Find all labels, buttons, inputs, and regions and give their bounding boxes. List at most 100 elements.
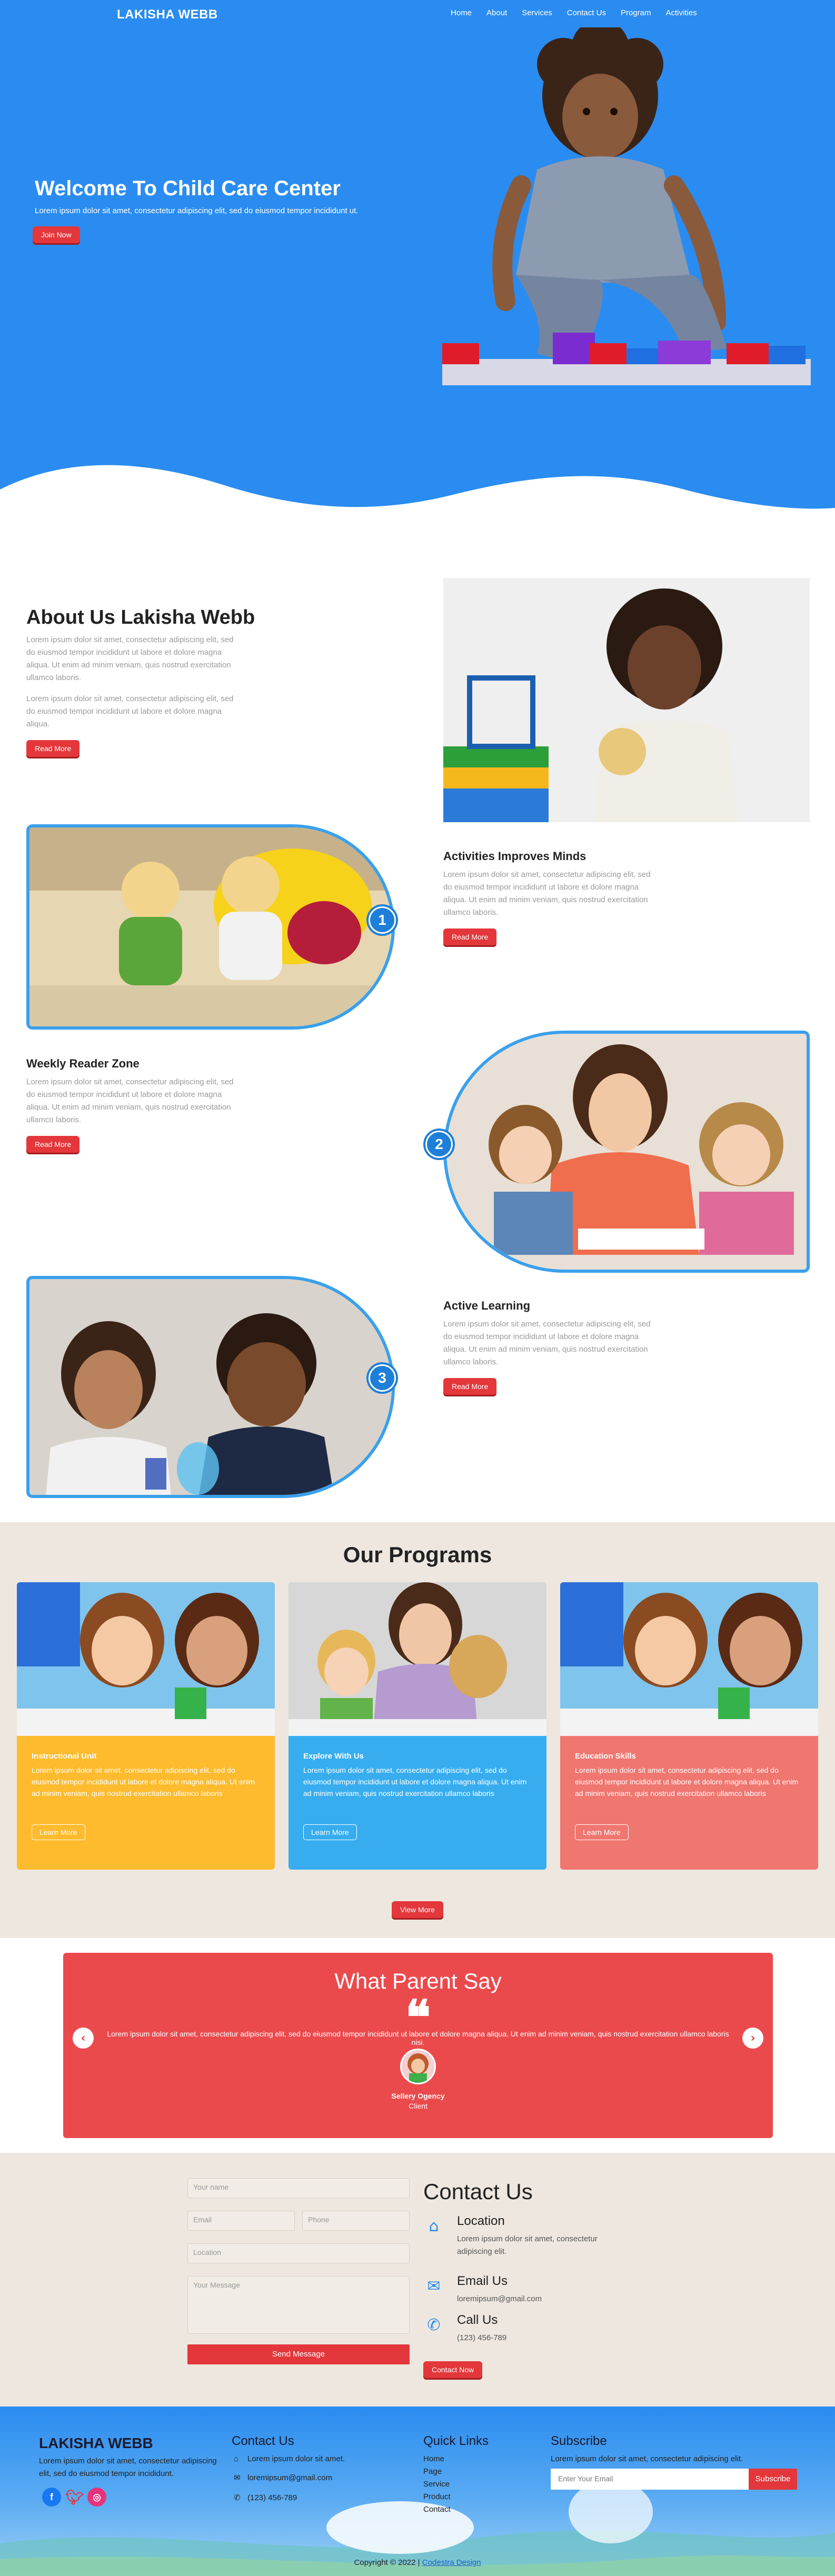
page: LAKISHA WEBB Home About Services Contact… [0,0,835,2576]
about-title: About Us Lakisha Webb [26,606,255,628]
feature-3-image [26,1276,395,1498]
nav-program[interactable]: Program [621,8,651,17]
program-card-3-image [560,1582,818,1736]
location-input[interactable]: Location [187,2243,410,2263]
feature-2-read-more-button[interactable]: Read More [26,1136,80,1153]
email-text: loremipsum@gmail.com [457,2294,542,2303]
message-textarea[interactable]: Your Message [187,2276,410,2334]
copyright: Copyright © 2022 | Codestra Design [0,2558,835,2567]
footer-contact-email[interactable]: loremipsum@gmail.com [247,2472,332,2484]
footer-link-product[interactable]: Product [423,2491,451,2503]
footer-link-home[interactable]: Home [423,2453,444,2465]
feature-2-number: 2 [425,1131,453,1158]
footer-link-page[interactable]: Page [423,2465,442,2478]
program-card-3-text: Lorem ipsum dolor sit amet, consectetur … [575,1766,799,1798]
footer-contact-phone[interactable]: (123) 456-789 [247,2492,297,2504]
join-now-button[interactable]: Join Now [33,226,80,243]
nav-services[interactable]: Services [522,8,552,17]
program-card-2: Explore With Us Lorem ipsum dolor sit am… [289,1582,546,1870]
feature-1-number: 1 [369,906,396,934]
footer-contact-location: Lorem ipsum dolor sit amet. [247,2454,345,2463]
email-title: Email Us [457,2274,508,2288]
phone-input[interactable]: Phone [302,2211,410,2231]
testimonial-text: Lorem ipsum dolor sit amet, consectetur … [107,2030,729,2046]
feature-3-number: 3 [369,1364,396,1392]
footer-phone-icon: ✆ [234,2493,241,2502]
program-card-1: Instructional Unit Lorem ipsum dolor sit… [17,1582,275,1870]
send-message-button[interactable]: Send Message [187,2344,410,2364]
program-card-3-learn-more-button[interactable]: Learn More [575,1824,629,1840]
footer-email-icon: ✉ [234,2473,241,2482]
footer-location-icon: ⌂ [234,2454,239,2463]
footer-link-service[interactable]: Service [423,2478,450,2491]
hero-wave [0,465,835,542]
facebook-icon[interactable]: f [42,2488,61,2507]
contact-now-button[interactable]: Contact Now [423,2361,483,2378]
view-more-button[interactable]: View More [392,1901,443,1918]
hero-section: LAKISHA WEBB Home About Services Contact… [0,0,835,542]
about-read-more-button[interactable]: Read More [26,740,80,757]
program-card-2-image [289,1582,546,1736]
program-card-1-image [17,1582,275,1736]
client-name: Sellery Ogency [391,2092,445,2100]
instagram-icon[interactable]: ◎ [87,2488,106,2507]
feature-1-image [26,824,395,1030]
nav-contact-us[interactable]: Contact Us [567,8,606,17]
programs-section: Our Programs Instructional Unit Lorem ip… [0,1522,835,1938]
program-card-2-learn-more-button[interactable]: Learn More [303,1824,357,1840]
email-icon: ✉ [427,2277,441,2295]
subscribe-button[interactable]: Subscribe [749,2469,797,2490]
programs-title: Our Programs [343,1542,492,1567]
prev-arrow-icon[interactable]: ‹ [73,2028,94,2049]
contact-section: Contact Us [0,2153,835,2407]
about-image [443,578,810,822]
program-card-3: Education Skills Lorem ipsum dolor sit a… [560,1582,818,1870]
feature-3-title: Active Learning [443,1299,531,1312]
subscribe-text: Lorem ipsum dolor sit amet, consectetur … [551,2454,743,2463]
program-card-3-title: Education Skills [575,1752,636,1761]
program-card-1-title: Instructional Unit [32,1752,97,1761]
quick-links-title: Quick Links [423,2434,489,2448]
footer [0,2407,835,2576]
feature-1-read-more-button[interactable]: Read More [443,928,497,945]
program-card-1-learn-more-button[interactable]: Learn More [32,1824,85,1840]
about-text-1: Lorem ipsum dolor sit amet, consectetur … [26,635,234,682]
program-card-1-text: Lorem ipsum dolor sit amet, consectetur … [32,1766,255,1798]
call-title: Call Us [457,2313,498,2327]
feature-3-text: Lorem ipsum dolor sit amet, consectetur … [443,1320,651,1366]
nav-about[interactable]: About [486,8,507,17]
footer-brand-text: Lorem ipsum dolor sit amet, consectetur … [39,2457,217,2478]
hero-child-image [442,27,811,385]
hero-title: Welcome To Child Care Center [35,177,341,200]
about-text-2: Lorem ipsum dolor sit amet, consectetur … [26,694,234,728]
phone-icon: ✆ [427,2316,441,2334]
client-role: Client [409,2102,428,2110]
subscribe-email-input[interactable]: Enter Your Email [551,2469,749,2490]
feature-1-title: Activities Improves Minds [443,850,587,863]
brand-logo[interactable]: LAKISHA WEBB [117,7,218,22]
twitter-icon[interactable]: 🐦︎ [65,2488,84,2507]
copyright-link[interactable]: Codestra Design [422,2558,481,2567]
nav-home[interactable]: Home [451,8,472,17]
hero-text: Lorem ipsum dolor sit amet, consectetur … [35,206,359,215]
subscribe-title: Subscribe [551,2434,607,2448]
footer-brand[interactable]: LAKISHA WEBB [39,2435,153,2452]
email-input[interactable]: Email [187,2211,295,2231]
location-title: Location [457,2214,505,2228]
nav-activities[interactable]: Activities [665,8,697,17]
feature-2-image [443,1031,810,1273]
footer-contact-title: Contact Us [232,2434,294,2448]
feature-3-read-more-button[interactable]: Read More [443,1378,497,1395]
program-card-2-text: Lorem ipsum dolor sit amet, consectetur … [303,1766,527,1798]
call-text: (123) 456-789 [457,2333,507,2342]
footer-link-contact[interactable]: Contact [423,2503,451,2516]
location-text: Lorem ipsum dolor sit amet, consectetur … [457,2234,598,2256]
name-input[interactable]: Your name [187,2178,410,2198]
client-avatar [400,2049,436,2084]
copyright-text: Copyright © 2022 | [354,2558,420,2567]
next-arrow-icon[interactable]: › [742,2028,763,2049]
program-card-2-title: Explore With Us [303,1752,364,1761]
location-icon: ⌂ [429,2217,439,2235]
contact-title: Contact Us [423,2179,533,2204]
feature-2-title: Weekly Reader Zone [26,1057,140,1070]
